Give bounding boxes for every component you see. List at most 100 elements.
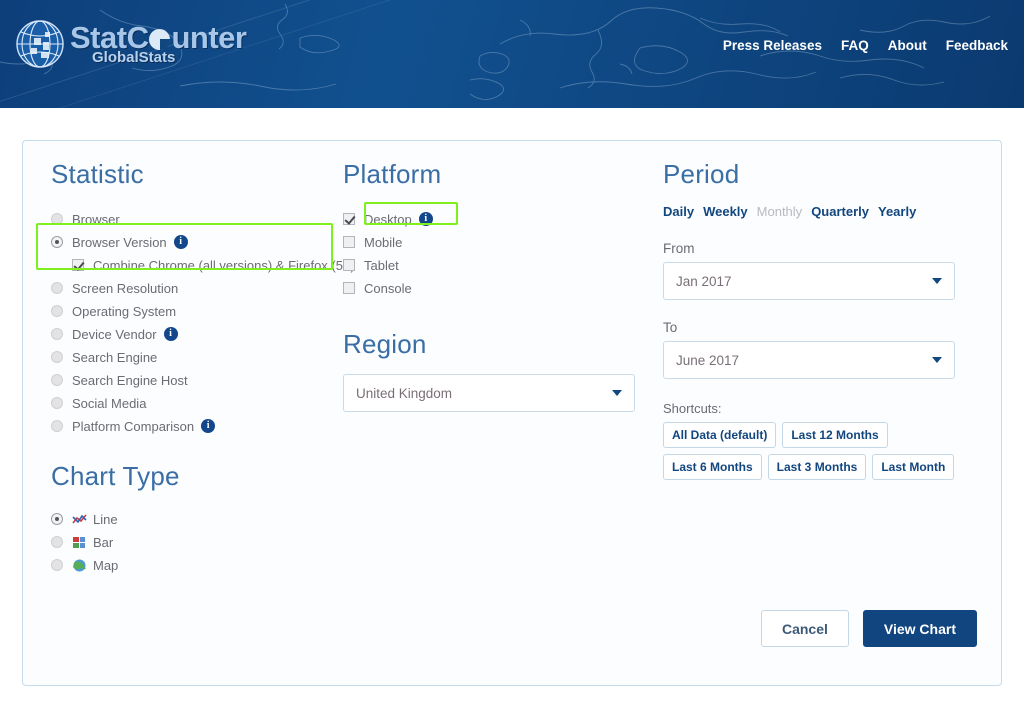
shortcut-last-month[interactable]: Last Month <box>872 454 955 480</box>
checkbox-icon[interactable] <box>343 282 355 294</box>
shortcut-last-6-months[interactable]: Last 6 Months <box>663 454 762 480</box>
statistic-option-operating-system[interactable]: Operating System <box>51 300 343 322</box>
cancel-button[interactable]: Cancel <box>760 610 849 647</box>
chart-type-option-bar[interactable]: Bar <box>51 531 343 553</box>
radio-icon[interactable] <box>51 374 63 386</box>
radio-icon[interactable] <box>51 397 63 409</box>
statistic-suboption-combine-chrome-firefox[interactable]: Combine Chrome (all versions) & Firefox … <box>51 254 355 276</box>
platform-heading: Platform <box>343 159 442 189</box>
option-label: Search Engine <box>72 349 158 365</box>
chart-type-option-line[interactable]: Line <box>51 508 343 530</box>
chart-type-option-map[interactable]: Map <box>51 554 343 576</box>
statistic-option-search-engine[interactable]: Search Engine <box>51 346 343 368</box>
statistic-option-social-media[interactable]: Social Media <box>51 392 343 414</box>
bar-chart-icon <box>73 536 85 548</box>
platform-option-desktop[interactable]: Desktop i <box>343 208 663 230</box>
region-select-value: United Kingdom <box>356 385 453 401</box>
statistic-option-search-engine-host[interactable]: Search Engine Host <box>51 369 343 391</box>
statcounter-logo[interactable]: StatC unter GlobalStats <box>14 18 247 70</box>
shortcut-last-12-months[interactable]: Last 12 Months <box>782 422 888 448</box>
frequency-quarterly[interactable]: Quarterly <box>811 204 869 219</box>
radio-icon[interactable] <box>51 213 63 225</box>
period-frequency-tabs: Daily Weekly Monthly Quarterly Yearly <box>663 204 963 219</box>
radio-icon[interactable] <box>51 282 63 294</box>
platform-column: Platform Desktop i Mobile Tablet Console… <box>343 159 663 577</box>
option-label: Search Engine Host <box>72 372 188 388</box>
site-header: StatC unter GlobalStats Press Releases FA… <box>0 0 1024 108</box>
statistic-heading: Statistic <box>51 159 144 189</box>
option-label: Bar <box>93 534 114 550</box>
to-date-value: June 2017 <box>676 352 740 368</box>
platform-option-console[interactable]: Console <box>343 277 663 299</box>
option-label: Browser <box>72 211 120 227</box>
radio-icon[interactable] <box>51 559 63 571</box>
option-label: Desktop <box>364 211 412 227</box>
checkbox-icon-checked[interactable] <box>72 259 84 271</box>
radio-icon[interactable] <box>51 536 63 548</box>
region-heading: Region <box>343 329 427 359</box>
shortcut-all-data[interactable]: All Data (default) <box>663 422 777 448</box>
option-label: Operating System <box>72 303 177 319</box>
info-icon[interactable]: i <box>163 327 178 341</box>
from-date-value: Jan 2017 <box>676 273 732 289</box>
option-label: Platform Comparison <box>72 418 195 434</box>
frequency-weekly[interactable]: Weekly <box>703 204 748 219</box>
frequency-daily[interactable]: Daily <box>663 204 694 219</box>
shortcuts-group: All Data (default) Last 12 Months Last 6… <box>663 422 963 480</box>
radio-icon-selected[interactable] <box>51 513 63 525</box>
option-label: Console <box>364 280 412 296</box>
form-actions: Cancel View Chart <box>760 610 977 647</box>
main-navigation: Press Releases FAQ About Feedback <box>723 38 1008 53</box>
statistic-column: Statistic Browser Browser Version i Comb… <box>23 159 355 577</box>
option-label: Tablet <box>364 257 399 273</box>
logo-wordmark: StatC unter GlobalStats <box>70 19 247 65</box>
platform-option-tablet[interactable]: Tablet <box>343 254 663 276</box>
statistic-option-screen-resolution[interactable]: Screen Resolution <box>51 277 343 299</box>
map-globe-icon <box>73 559 86 571</box>
checkbox-icon[interactable] <box>343 259 355 271</box>
chart-type-heading: Chart Type <box>51 461 180 491</box>
frequency-yearly[interactable]: Yearly <box>878 204 916 219</box>
shortcut-last-3-months[interactable]: Last 3 Months <box>767 454 867 480</box>
nav-link-feedback[interactable]: Feedback <box>946 38 1008 53</box>
radio-icon[interactable] <box>51 328 63 340</box>
from-label: From <box>663 241 695 256</box>
info-icon[interactable]: i <box>173 235 188 249</box>
region-select[interactable]: United Kingdom <box>343 374 635 412</box>
nav-link-faq[interactable]: FAQ <box>841 38 869 53</box>
shortcuts-label: Shortcuts: <box>663 401 722 416</box>
period-heading: Period <box>663 159 740 189</box>
statistic-option-browser[interactable]: Browser <box>51 208 343 230</box>
info-icon[interactable]: i <box>418 212 433 226</box>
radio-icon[interactable] <box>51 420 63 432</box>
radio-icon[interactable] <box>51 305 63 317</box>
statistic-option-browser-version[interactable]: Browser Version i <box>51 231 343 253</box>
pie-chart-o-icon <box>149 28 171 50</box>
radio-icon-selected[interactable] <box>51 236 63 248</box>
statistic-option-device-vendor[interactable]: Device Vendor i <box>51 323 343 345</box>
nav-link-about[interactable]: About <box>888 38 927 53</box>
logo-text-part2: unter <box>171 19 247 55</box>
chart-configuration-panel: Statistic Browser Browser Version i Comb… <box>22 140 1002 686</box>
nav-link-press-releases[interactable]: Press Releases <box>723 38 822 53</box>
period-column: Period Daily Weekly Monthly Quarterly Ye… <box>663 159 963 577</box>
option-label: Line <box>93 511 118 527</box>
checkbox-icon-checked[interactable] <box>343 213 355 225</box>
frequency-monthly-current: Monthly <box>756 204 803 219</box>
option-label: Screen Resolution <box>72 280 179 296</box>
chevron-down-icon[interactable] <box>612 390 622 396</box>
option-label: Map <box>93 557 119 573</box>
to-date-select[interactable]: June 2017 <box>663 341 955 379</box>
chevron-down-icon[interactable] <box>932 357 942 363</box>
statistic-option-platform-comparison[interactable]: Platform Comparison i <box>51 415 343 437</box>
option-label: Device Vendor <box>72 326 157 342</box>
view-chart-button[interactable]: View Chart <box>862 610 977 647</box>
platform-option-mobile[interactable]: Mobile <box>343 231 663 253</box>
chevron-down-icon[interactable] <box>932 278 942 284</box>
option-label: Social Media <box>72 395 147 411</box>
info-icon[interactable]: i <box>201 419 216 433</box>
line-chart-icon <box>72 513 87 523</box>
from-date-select[interactable]: Jan 2017 <box>663 262 955 300</box>
checkbox-icon[interactable] <box>343 236 355 248</box>
radio-icon[interactable] <box>51 351 63 363</box>
